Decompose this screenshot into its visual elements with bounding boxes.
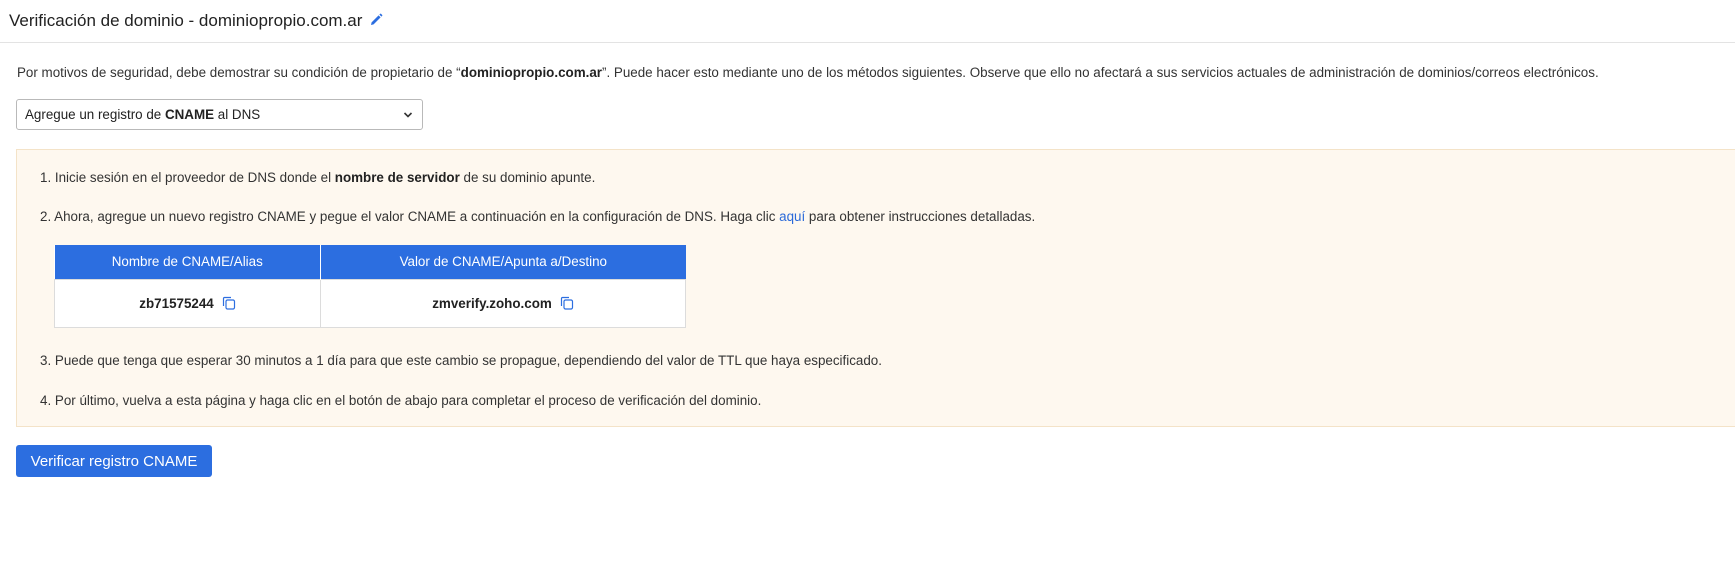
- selected-method: Agregue un registro de CNAME al DNS: [25, 107, 261, 122]
- header-cname-value: Valor de CNAME/Apunta a/Destino: [320, 245, 686, 279]
- step-1: 1. Inicie sesión en el proveedor de DNS …: [40, 170, 596, 185]
- verification-method-select[interactable]: Agregue un registro de CNAME al DNS: [16, 99, 423, 130]
- page-title: Verificación de dominio - dominiopropio.…: [9, 11, 363, 30]
- instructions-link[interactable]: aquí: [779, 209, 805, 224]
- table-row: zb71575244 zmverify.zoho.com: [53, 278, 686, 328]
- cname-alias-value: zb71575244: [139, 295, 214, 311]
- cname-value-cell: zmverify.zoho.com: [320, 278, 686, 328]
- domain-name: dominiopropio.com.ar: [460, 65, 602, 80]
- step-4: 4. Por último, vuelva a esta página y ha…: [40, 393, 762, 408]
- step-3: 3. Puede que tenga que esperar 30 minuto…: [40, 353, 882, 368]
- page-header: Verificación de dominio - dominiopropio.…: [0, 0, 1735, 43]
- instructions-panel: 1. Inicie sesión en el proveedor de DNS …: [16, 149, 1735, 427]
- header-cname-alias: Nombre de CNAME/Alias: [54, 245, 322, 279]
- verify-cname-button[interactable]: Verificar registro CNAME: [16, 445, 212, 477]
- cname-target-value: zmverify.zoho.com: [432, 295, 552, 311]
- cname-table: Nombre de CNAME/Alias Valor de CNAME/Apu…: [53, 245, 686, 328]
- chevron-down-icon: [403, 112, 413, 118]
- copy-icon[interactable]: [222, 296, 236, 310]
- pencil-icon[interactable]: [369, 13, 383, 27]
- copy-icon[interactable]: [560, 296, 574, 310]
- cname-alias-cell: zb71575244: [53, 278, 322, 328]
- security-intro-text: Por motivos de seguridad, debe demostrar…: [17, 65, 1599, 80]
- step-2: 2. Ahora, agregue un nuevo registro CNAM…: [40, 209, 1036, 224]
